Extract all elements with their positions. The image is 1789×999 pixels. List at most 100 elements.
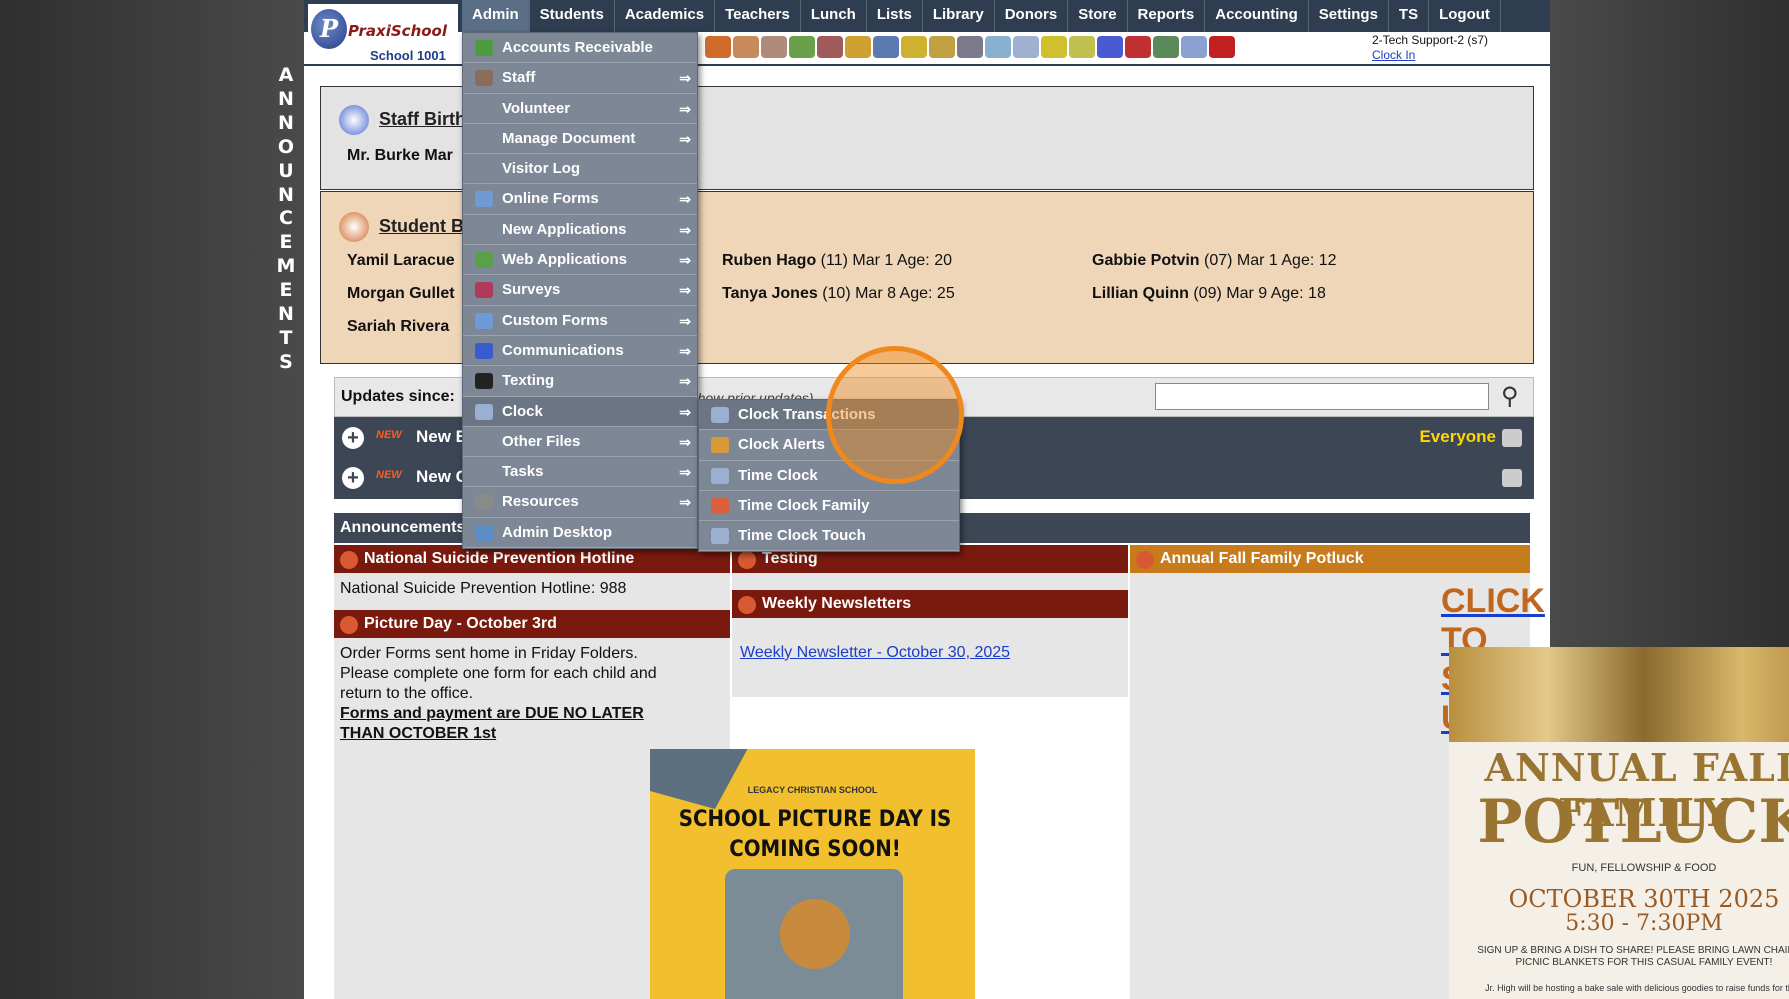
submenu-arrow-icon: ⇒ (679, 342, 691, 359)
submenu-arrow-icon: ⇒ (679, 130, 691, 147)
submenu-item-label: Time Clock (738, 466, 818, 484)
announcement-emphasis: Forms and payment are DUE NO LATER THAN … (340, 705, 644, 742)
nav-lists[interactable]: Lists (867, 0, 923, 32)
update-title[interactable]: New E (416, 427, 467, 447)
announcement-title[interactable]: National Suicide Prevention Hotline (334, 545, 730, 573)
menu-item-admin-desktop[interactable]: Admin Desktop (463, 518, 697, 549)
click-indicator (826, 346, 964, 484)
nav-lunch[interactable]: Lunch (801, 0, 867, 32)
nav-donors[interactable]: Donors (995, 0, 1069, 32)
school-name: School 1001 (370, 48, 446, 63)
submenu-arrow-icon: ⇒ (679, 282, 691, 299)
poster-time: 5:30 - 7:30PM (1565, 911, 1723, 936)
menu-item-volunteer[interactable]: Volunteer ⇒ (463, 94, 697, 124)
html-form-icon (475, 191, 493, 208)
submenu-item-time-clock-touch[interactable]: Time Clock Touch (699, 521, 959, 552)
nav-admin[interactable]: Admin (462, 0, 530, 32)
toolbar-shortcut-icon[interactable] (705, 36, 731, 58)
search-icon[interactable]: ⚲ (1501, 382, 1519, 411)
menu-item-tasks[interactable]: Tasks ⇒ (463, 457, 697, 488)
expand-icon[interactable]: + (342, 427, 364, 449)
nav-teachers[interactable]: Teachers (715, 0, 801, 32)
poster-shape (650, 749, 748, 809)
toolbar-shortcut-icon[interactable] (1041, 36, 1067, 58)
logo[interactable]: P PraxiSchool School 1001 (308, 4, 458, 64)
announcement-title[interactable]: Weekly Newsletters (732, 590, 1128, 618)
menu-item-surveys[interactable]: Surveys ⇒ (463, 275, 697, 306)
submenu-arrow-icon: ⇒ (679, 312, 691, 329)
poster-headline: SCHOOL PICTURE DAY IS COMING SOON! (678, 807, 952, 862)
toolbar-shortcut-icon[interactable] (789, 36, 815, 58)
pin-icon (738, 551, 756, 569)
toolbar-shortcut-icon[interactable] (901, 36, 927, 58)
nav-reports[interactable]: Reports (1128, 0, 1206, 32)
menu-item-label: Resources (502, 493, 579, 511)
menu-item-staff[interactable]: Staff ⇒ (463, 63, 697, 94)
menu-item-visitor-log[interactable]: Visitor Log (463, 154, 697, 185)
menu-item-other-files[interactable]: Other Files ⇒ (463, 427, 697, 458)
toolbar-shortcut-icon[interactable] (1181, 36, 1207, 58)
menu-item-label: Visitor Log (502, 160, 581, 178)
menu-item-label: Tasks (502, 463, 544, 481)
submenu-item-time-clock-family[interactable]: Time Clock Family (699, 491, 959, 522)
pin-icon (1136, 551, 1154, 569)
toolbar-shortcut-icon[interactable] (845, 36, 871, 58)
nav-academics[interactable]: Academics (615, 0, 716, 32)
toolbar-shortcut-icon[interactable] (1125, 36, 1151, 58)
logo-mark-icon: P (311, 9, 347, 49)
announcement-title[interactable]: Annual Fall Family Potluck (1130, 545, 1530, 573)
announcement-title[interactable]: Picture Day - October 3rd (334, 610, 730, 638)
toolbar-shortcut-icon[interactable] (761, 36, 787, 58)
vertical-letter: N (278, 303, 294, 326)
menu-item-web-applications[interactable]: Web Applications ⇒ (463, 245, 697, 276)
toolbar-shortcut-icon[interactable] (985, 36, 1011, 58)
menu-item-custom-forms[interactable]: Custom Forms ⇒ (463, 306, 697, 336)
poster-note: SIGN UP & BRING A DISH TO SHARE! PLEASE … (1477, 945, 1789, 968)
nav-store[interactable]: Store (1068, 0, 1128, 32)
menu-item-communications[interactable]: Communications ⇒ (463, 336, 697, 367)
submenu-arrow-icon: ⇒ (679, 403, 691, 420)
toolbar-shortcut-icon[interactable] (1097, 36, 1123, 58)
logo-brand: PraxiSchool (348, 22, 447, 40)
vertical-letter: T (279, 326, 293, 349)
search-input[interactable] (1155, 383, 1489, 410)
toolbar-shortcut-icon[interactable] (1069, 36, 1095, 58)
toolbar-shortcut-icon[interactable] (1153, 36, 1179, 58)
nav-settings[interactable]: Settings (1309, 0, 1389, 32)
nav-accounting[interactable]: Accounting (1205, 0, 1309, 32)
nav-library[interactable]: Library (923, 0, 995, 32)
toolbar-shortcut-icon[interactable] (957, 36, 983, 58)
menu-item-texting[interactable]: Texting ⇒ (463, 366, 697, 397)
menu-item-online-forms[interactable]: Online Forms ⇒ (463, 184, 697, 215)
submenu-arrow-icon: ⇒ (679, 191, 691, 208)
menu-item-label: Manage Document (502, 129, 636, 147)
toolbar-shortcut-icon[interactable] (1013, 36, 1039, 58)
toolbar-shortcut-icon[interactable] (817, 36, 843, 58)
menu-item-accounts-receivable[interactable]: Accounts Receivable (463, 33, 697, 64)
menu-item-new-applications[interactable]: New Applications ⇒ (463, 215, 697, 246)
print-icon[interactable] (1502, 429, 1522, 447)
toolbar-shortcut-icon[interactable] (733, 36, 759, 58)
toolbar-shortcut-icon[interactable] (1209, 36, 1235, 58)
menu-item-resources[interactable]: Resources ⇒ (463, 487, 697, 518)
nav-ts[interactable]: TS (1389, 0, 1430, 32)
student-birthday-entry: Lillian Quinn (09) Mar 9 Age: 18 (1092, 285, 1326, 302)
submenu-arrow-icon: ⇒ (679, 252, 691, 269)
menu-item-clock[interactable]: Clock ⇒ (463, 396, 697, 427)
main-nav: Admin Students Academics Teachers Lunch Lists… (462, 0, 1501, 32)
quick-icon-bar (704, 32, 1236, 62)
nav-logout[interactable]: Logout (1429, 0, 1501, 32)
announcements-column-mid: Testing Weekly Newsletters Weekly Newsle… (732, 545, 1128, 697)
update-title[interactable]: New C (416, 467, 468, 487)
left-background (0, 0, 304, 999)
toolbar-shortcut-icon[interactable] (873, 36, 899, 58)
poster-line2: POTLUCK (1477, 787, 1789, 857)
nav-students[interactable]: Students (530, 0, 615, 32)
clock-in-link[interactable]: Clock In (1372, 48, 1488, 63)
toolbar-shortcut-icon[interactable] (929, 36, 955, 58)
newsletter-link[interactable]: Weekly Newsletter - October 30, 2025 (740, 643, 1010, 663)
picture-day-poster: LEGACY CHRISTIAN SCHOOL SCHOOL PICTURE D… (650, 749, 975, 999)
expand-icon[interactable]: + (342, 467, 364, 489)
print-icon[interactable] (1502, 469, 1522, 487)
menu-item-manage-document[interactable]: Manage Document ⇒ (463, 124, 697, 155)
